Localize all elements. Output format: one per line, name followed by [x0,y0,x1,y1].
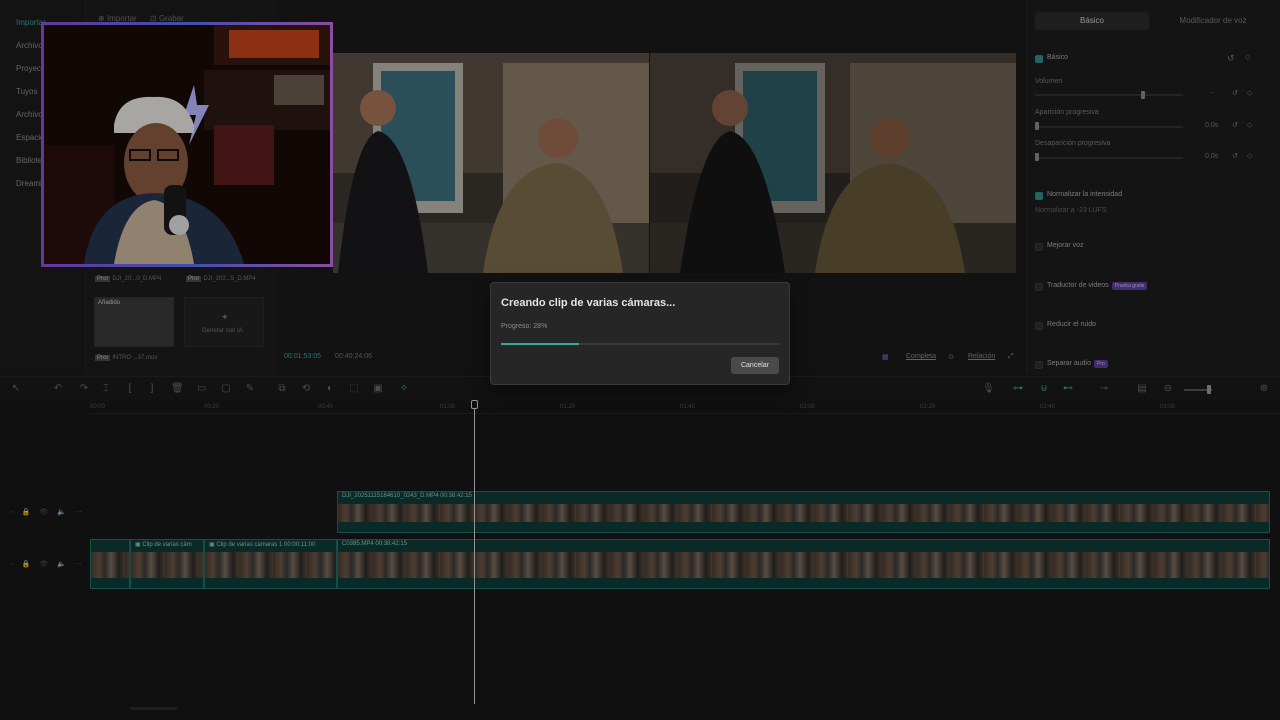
dialog-title: Creando clip de varias cámaras... [501,297,676,309]
progress-label: Progreso: 28% [501,323,548,330]
video-editor-app: Importar Archivo Proyectos Tuyos Archivo… [0,0,1280,720]
progress-bar [501,343,779,345]
multicam-progress-dialog: Creando clip de varias cámaras... Progre… [490,282,790,385]
cancel-button[interactable]: Cancelar [731,357,779,374]
progress-bar-fill [501,343,579,345]
